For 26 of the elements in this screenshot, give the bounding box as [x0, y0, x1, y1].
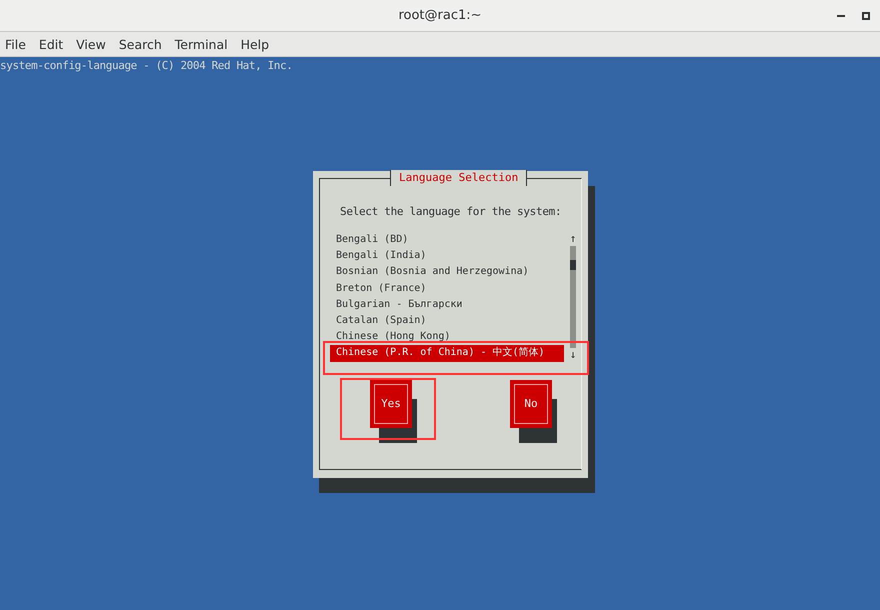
language-list-item[interactable]: Bulgarian - Български — [330, 296, 564, 314]
menu-item[interactable]: Help — [240, 36, 270, 52]
prompt-text: Select the language for the system: — [340, 205, 562, 218]
menu-item[interactable]: Terminal — [174, 36, 228, 52]
dialog-title: Language Selection — [390, 170, 528, 186]
scrollbar-track[interactable] — [570, 246, 576, 348]
dialog-button[interactable]: Yes — [370, 380, 412, 428]
maximize-icon[interactable] — [862, 12, 870, 20]
minimize-icon[interactable] — [836, 14, 846, 18]
menu-item[interactable]: File — [5, 36, 26, 52]
scroll-down-arrow[interactable]: ↓ — [570, 348, 576, 362]
menu-item[interactable]: Search — [118, 36, 162, 52]
terminal-header-text: system-config-language - (C) 2004 Red Hat, Inc. — [0, 58, 294, 73]
scroll-up-arrow[interactable]: ↑ — [570, 232, 576, 246]
language-list-item[interactable]: Bengali (BD) — [330, 232, 564, 248]
scrollbar-thumb[interactable] — [570, 260, 576, 270]
language-list-item[interactable]: Chinese (P.R. of China) - 中文(简体) — [330, 345, 564, 362]
menu-item[interactable]: Edit — [38, 36, 64, 52]
dialog-button[interactable]: No — [510, 380, 552, 428]
menu-item[interactable]: View — [76, 36, 106, 52]
language-list-item[interactable]: Breton (France) — [330, 280, 564, 297]
language-list-item[interactable]: Chinese (Hong Kong) — [330, 329, 564, 346]
window-title: root@rac1:~ — [398, 8, 482, 23]
language-list-item[interactable]: Bosnian (Bosnia and Herzegowina) — [330, 264, 564, 281]
language-list-item[interactable]: Catalan (Spain) — [330, 313, 564, 330]
language-list-item[interactable]: Bengali (India) — [330, 248, 564, 264]
